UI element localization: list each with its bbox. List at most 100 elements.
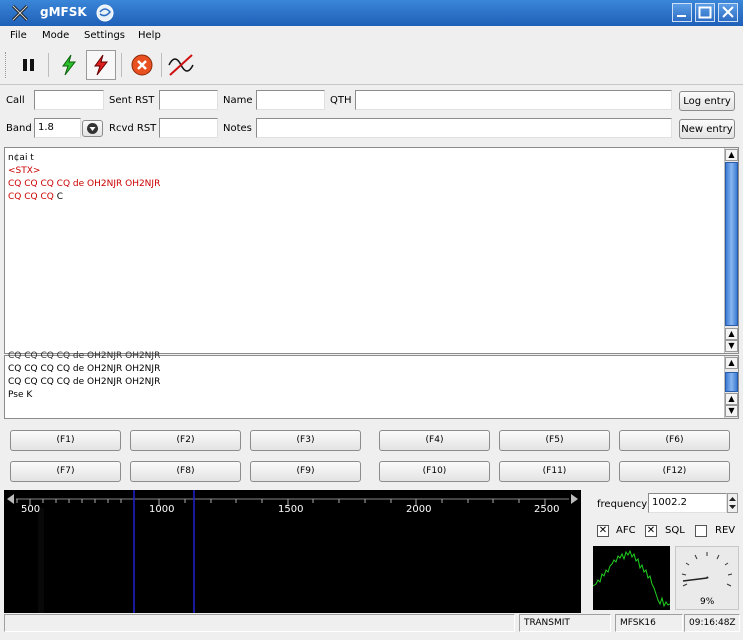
abort-button[interactable]	[127, 50, 157, 80]
pause-button[interactable]	[14, 50, 44, 80]
sql-label: SQL	[665, 525, 685, 536]
band-input[interactable]: 1.8	[34, 118, 81, 138]
call-input[interactable]	[34, 90, 104, 110]
squelch-value: 9%	[700, 597, 715, 607]
title-bar[interactable]: gMFSK	[0, 0, 743, 26]
scroll-up-icon[interactable]: ▲	[725, 328, 738, 340]
macro-button-f7[interactable]: (F7)	[10, 461, 121, 482]
macro-button-f3[interactable]: (F3)	[250, 430, 361, 451]
scale-label: 2500	[534, 504, 560, 515]
toolbar-separator	[161, 53, 162, 77]
arrow-down-icon	[87, 123, 98, 134]
tx-line: CQ CQ CQ CQ de OH2NJR OH2NJR	[8, 364, 161, 374]
afc-checkbox[interactable]: ✕	[597, 525, 609, 537]
toolbar-separator	[48, 53, 49, 77]
rx-scrollbar[interactable]: ▲ ▲ ▼	[724, 148, 738, 353]
tx-scroll-thumb[interactable]	[725, 372, 738, 392]
transmit-button[interactable]	[86, 50, 116, 80]
tx-scrollbar[interactable]: ▲ ▲ ▼	[724, 356, 738, 418]
notes-label: Notes	[223, 123, 252, 134]
squelch-meter[interactable]: 9%	[675, 546, 739, 610]
macro-button-f10[interactable]: (F10)	[379, 461, 490, 482]
frequency-spinner[interactable]	[727, 493, 738, 513]
scroll-down-icon[interactable]: ▼	[725, 405, 738, 417]
signal-trace	[38, 508, 44, 613]
macro-button-f8[interactable]: (F8)	[130, 461, 241, 482]
menu-help[interactable]: Help	[138, 30, 161, 41]
sent-rst-label: Sent RST	[109, 95, 155, 106]
status-modem: MFSK16	[615, 614, 683, 632]
window-title: gMFSK	[40, 5, 87, 19]
receive-button[interactable]	[54, 50, 84, 80]
tune-button[interactable]	[166, 50, 196, 80]
scale-label: 500	[21, 504, 41, 515]
rev-checkbox[interactable]	[695, 525, 707, 537]
status-mode: TRANSMIT	[519, 614, 611, 632]
window-menu-icon[interactable]	[95, 3, 115, 23]
rx-last-red: CQ CQ CQ	[8, 192, 57, 202]
afc-label: AFC	[616, 525, 636, 536]
scale-label: 2000	[406, 504, 432, 515]
transmit-text-area[interactable]: CQ CQ CQ CQ de OH2NJR OH2NJR CQ CQ CQ CQ…	[4, 351, 739, 419]
menu-bar: File Mode Settings Help	[0, 26, 743, 46]
minimize-button[interactable]	[672, 3, 692, 22]
frequency-label: frequency	[597, 499, 648, 510]
app-x-icon[interactable]	[10, 3, 30, 23]
toolbar-separator	[121, 53, 122, 77]
name-label: Name	[223, 95, 253, 106]
menu-file[interactable]: File	[10, 30, 27, 41]
sql-checkbox[interactable]: ✕	[645, 525, 657, 537]
scroll-up-icon[interactable]: ▲	[725, 393, 738, 405]
frequency-input[interactable]: 1002.2	[648, 493, 727, 513]
scroll-right-icon[interactable]	[571, 494, 578, 504]
status-main	[4, 614, 515, 632]
rx-scroll-thumb[interactable]	[725, 162, 738, 326]
new-entry-button[interactable]: New entry	[679, 119, 735, 139]
spectrum-scope[interactable]	[593, 546, 670, 610]
rx-line: <STX>	[8, 166, 41, 176]
band-dropdown-button[interactable]	[82, 120, 103, 137]
rx-line: n¢ai t	[8, 153, 34, 163]
rx-line: CQ CQ CQ CQ de OH2NJR OH2NJR	[8, 179, 161, 189]
close-window-button[interactable]	[718, 3, 738, 22]
call-label: Call	[6, 95, 25, 106]
name-input[interactable]	[256, 90, 325, 110]
log-entry-button[interactable]: Log entry	[679, 91, 735, 111]
tx-line: CQ CQ CQ CQ de OH2NJR OH2NJR	[8, 377, 161, 387]
sent-rst-input[interactable]	[159, 90, 218, 110]
macro-button-f9[interactable]: (F9)	[250, 461, 361, 482]
scroll-down-icon[interactable]: ▼	[725, 340, 738, 352]
band-label: Band	[6, 123, 32, 134]
rx-last-black: C	[56, 192, 63, 202]
tx-line: Pse K	[8, 390, 33, 400]
waterfall-display[interactable]: 500 1000 1500 2000 2500	[4, 490, 581, 613]
menu-mode[interactable]: Mode	[42, 30, 69, 41]
scale-label: 1000	[149, 504, 175, 515]
macro-row-2: (F7) (F8) (F9) (F10) (F11) (F12)	[10, 461, 740, 483]
macro-button-f12[interactable]: (F12)	[619, 461, 730, 482]
rx-last-line: CQ CQ CQ C	[8, 192, 63, 202]
macro-button-f5[interactable]: (F5)	[499, 430, 610, 451]
toolbar	[0, 46, 743, 85]
notes-input[interactable]	[256, 118, 672, 138]
macro-button-f2[interactable]: (F2)	[130, 430, 241, 451]
menu-settings[interactable]: Settings	[84, 30, 125, 41]
qth-label: QTH	[330, 95, 352, 106]
qth-input[interactable]	[355, 90, 672, 110]
rev-label: REV	[715, 525, 736, 536]
rcvd-rst-input[interactable]	[159, 118, 218, 138]
toolbar-grip[interactable]	[5, 52, 9, 78]
maximize-button[interactable]	[695, 3, 715, 22]
macro-button-f1[interactable]: (F1)	[10, 430, 121, 451]
macro-row-1: (F1) (F2) (F3) (F4) (F5) (F6)	[10, 430, 740, 452]
receive-text-area[interactable]: n¢ai t <STX> CQ CQ CQ CQ de OH2NJR OH2NJR …	[4, 147, 739, 354]
scroll-up-icon[interactable]: ▲	[725, 149, 738, 161]
tx-partial-line: CQ CQ CQ CQ de OH2NJR OH2NJR	[8, 351, 161, 361]
scale-label: 1500	[278, 504, 304, 515]
macro-button-f4[interactable]: (F4)	[379, 430, 490, 451]
macro-button-f6[interactable]: (F6)	[619, 430, 730, 451]
scroll-left-icon[interactable]	[7, 494, 14, 504]
status-time: 09:16:48Z	[684, 614, 740, 632]
macro-button-f11[interactable]: (F11)	[499, 461, 610, 482]
scroll-up-icon[interactable]: ▲	[725, 357, 738, 369]
